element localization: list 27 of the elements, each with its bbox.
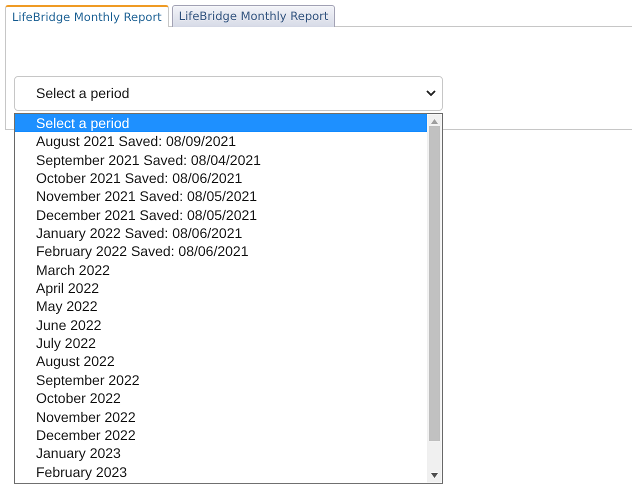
dropdown-option[interactable]: July 2022 xyxy=(15,334,427,352)
period-select[interactable]: Select a period xyxy=(14,76,443,111)
dropdown-option[interactable]: January 2022 Saved: 08/06/2021 xyxy=(15,224,427,242)
chevron-down-icon xyxy=(426,90,436,97)
dropdown-option[interactable]: August 2021 Saved: 08/09/2021 xyxy=(15,132,427,151)
scroll-thumb[interactable] xyxy=(429,126,440,441)
dropdown-option[interactable]: February 2022 Saved: 08/06/2021 xyxy=(15,242,427,261)
dropdown-option[interactable]: November 2022 xyxy=(15,408,427,426)
dropdown-option[interactable]: October 2022 xyxy=(15,389,427,408)
dropdown-option[interactable]: August 2022 xyxy=(15,352,427,371)
report-tab[interactable]: LifeBridge Monthly Report xyxy=(5,5,169,27)
dropdown-option[interactable]: May 2022 xyxy=(15,297,427,316)
dropdown-option[interactable]: December 2021 Saved: 08/05/2021 xyxy=(15,206,427,224)
dropdown-option[interactable]: March 2022 xyxy=(15,260,427,280)
scroll-down-icon[interactable] xyxy=(431,473,438,478)
dropdown-option[interactable]: September 2021 Saved: 08/04/2021 xyxy=(15,150,427,170)
dropdown-option[interactable]: April 2022 xyxy=(15,279,427,298)
dropdown-option[interactable]: November 2021 Saved: 08/05/2021 xyxy=(15,187,427,206)
dropdown-option[interactable]: October 2021 Saved: 08/06/2021 xyxy=(15,169,427,188)
dropdown-option[interactable]: January 2023 xyxy=(15,444,427,463)
dropdown-option[interactable]: February 2023 xyxy=(15,462,427,481)
dropdown-option[interactable]: December 2022 xyxy=(15,426,427,444)
dropdown-option[interactable]: September 2022 xyxy=(15,370,427,390)
report-tab[interactable]: LifeBridge Monthly Report xyxy=(172,5,336,27)
scrollbar[interactable] xyxy=(427,114,442,483)
dropdown-option[interactable]: June 2022 xyxy=(15,316,427,334)
scroll-up-icon[interactable] xyxy=(431,119,438,124)
